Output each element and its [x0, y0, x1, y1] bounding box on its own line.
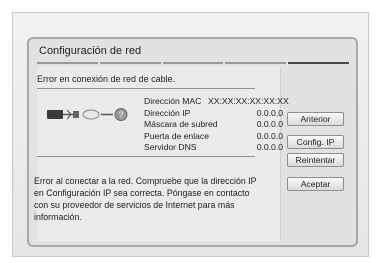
info-label: Servidor DNS [144, 142, 197, 153]
dialog-title: Configuración de red [39, 45, 142, 57]
info-value: 0.0.0.0 [256, 119, 283, 130]
info-value: 0.0.0.0 [256, 107, 283, 118]
network-info-table: Dirección MAC XX:XX:XX:XX:XX:XX Direcció… [144, 96, 289, 154]
progress-rule [37, 62, 349, 64]
info-label: Dirección IP [144, 107, 191, 118]
ip-settings-button[interactable]: Config. IP [287, 135, 344, 149]
divider-bottom [37, 156, 255, 157]
retry-button[interactable]: Reintentar [287, 153, 344, 167]
error-description: Error al conectar a la red. Compruebe qu… [34, 176, 257, 222]
info-row-subnet: Máscara de subred 0.0.0.0 [144, 119, 283, 131]
info-label: Puerta de enlace [144, 130, 209, 141]
info-row-dns: Servidor DNS 0.0.0.0 [144, 142, 283, 154]
info-value: XX:XX:XX:XX:XX:XX [208, 96, 289, 106]
network-connection-icon: ? [47, 108, 128, 121]
accept-button[interactable]: Aceptar [287, 177, 344, 191]
svg-text:?: ? [119, 111, 124, 120]
info-label: Dirección MAC [144, 96, 202, 106]
info-label: Máscara de subred [144, 119, 218, 130]
info-value: 0.0.0.0 [256, 130, 283, 141]
info-row-ip: Dirección IP 0.0.0.0 [144, 108, 283, 120]
info-row-gateway: Puerta de enlace 0.0.0.0 [144, 131, 283, 143]
previous-button[interactable]: Anterior [287, 112, 344, 126]
info-row-mac: Dirección MAC XX:XX:XX:XX:XX:XX [144, 96, 289, 108]
error-message: Error en conexión de red de cable. [37, 74, 176, 84]
info-value: 0.0.0.0 [256, 142, 283, 153]
divider-top [37, 88, 255, 89]
